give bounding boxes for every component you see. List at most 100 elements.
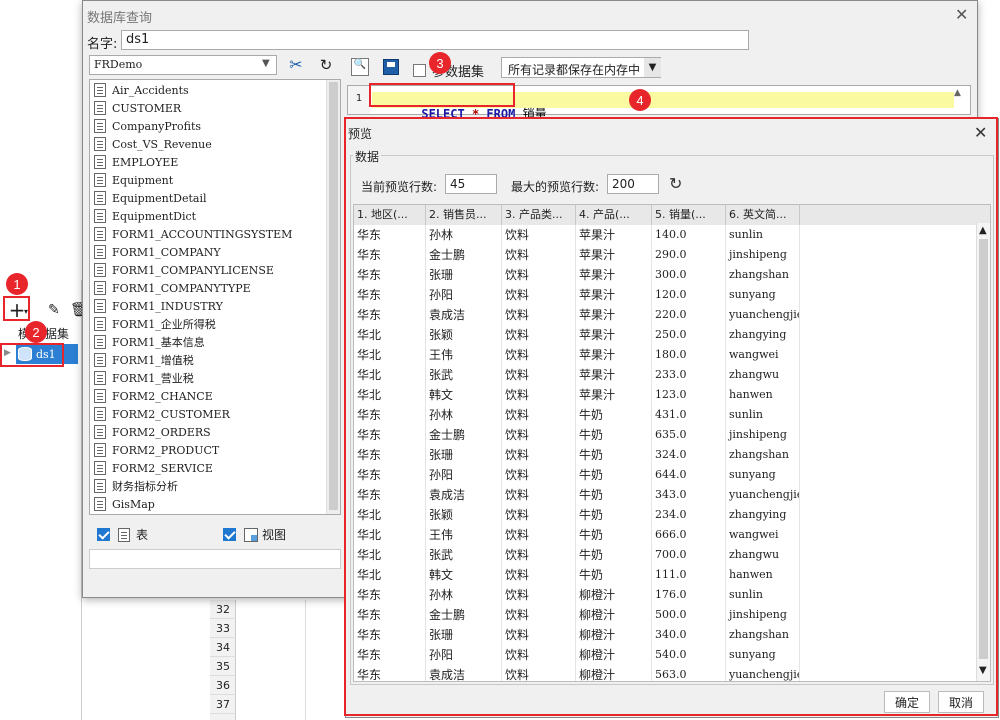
- table-icon: [94, 263, 106, 277]
- cache-select[interactable]: 所有记录都保存在内存中 ▼: [501, 57, 661, 78]
- dialog-title: 数据库查询: [87, 11, 153, 26]
- table-list-item[interactable]: GisMap: [90, 495, 340, 513]
- save-icon[interactable]: [383, 59, 399, 75]
- row-number-column: 32 33 34 35 36 37: [210, 600, 236, 714]
- table-name: 财务指标分析: [112, 480, 178, 493]
- table-icon: [94, 209, 106, 223]
- table-name: FORM1_COMPANYLICENSE: [112, 263, 274, 277]
- table-list-item[interactable]: FORM1_COMPANYLICENSE: [90, 261, 340, 279]
- connection-select[interactable]: FRDemo ▼: [89, 55, 277, 75]
- background-grid: 32 33 34 35 36 37: [210, 600, 350, 720]
- table-name: EMPLOYEE: [112, 155, 179, 169]
- table-list[interactable]: Air_Accidents CUSTOMER CompanyProfits Cost_…: [89, 79, 341, 515]
- chevron-down-icon: ▼: [262, 58, 270, 69]
- table-list-item[interactable]: Equipment: [90, 171, 340, 189]
- table-name: FORM1_企业所得税: [112, 318, 216, 331]
- preview-button[interactable]: 🔍: [351, 58, 369, 76]
- connection-value: FRDemo: [94, 58, 143, 71]
- table-name: CUSTOMER: [112, 101, 182, 115]
- table-icon: [94, 83, 106, 97]
- table-name: FORM1_COMPANY: [112, 245, 221, 259]
- table-icon: [94, 173, 106, 187]
- table-name: FORM1_营业税: [112, 372, 194, 385]
- table-checkbox[interactable]: 表: [97, 526, 148, 543]
- table-name: FORM1_COMPANYTYPE: [112, 281, 251, 295]
- annotation-box-3: [369, 83, 515, 107]
- row-number: 37: [210, 695, 236, 714]
- table-list-item[interactable]: FORM1_基本信息: [90, 333, 340, 351]
- table-icon: [94, 371, 106, 385]
- table-list-item[interactable]: FORM1_增值税: [90, 351, 340, 369]
- chevron-down-icon: ▼: [644, 58, 661, 77]
- table-list-item[interactable]: Air_Accidents: [90, 81, 340, 99]
- table-list-scrollbar[interactable]: [326, 80, 340, 514]
- table-icon: [94, 101, 106, 115]
- table-icon: [94, 281, 106, 295]
- row-number: 33: [210, 619, 236, 638]
- table-icon: [94, 335, 106, 349]
- table-icon: [94, 137, 106, 151]
- table-icon: [94, 479, 106, 493]
- table-list-item[interactable]: FORM1_INDUSTRY: [90, 297, 340, 315]
- table-icon: [94, 299, 106, 313]
- table-name: Equipment: [112, 173, 174, 187]
- table-check-label: 表: [136, 528, 149, 542]
- table-list-item[interactable]: FORM1_COMPANY: [90, 243, 340, 261]
- sql-scroll-up-icon[interactable]: ▲: [954, 88, 961, 98]
- row-number: 34: [210, 638, 236, 657]
- table-icon: [94, 389, 106, 403]
- table-name: FORM1_INDUSTRY: [112, 299, 223, 313]
- table-name: Cost_VS_Revenue: [112, 137, 212, 151]
- table-name: FORM2_SERVICE: [112, 461, 213, 475]
- table-list-item[interactable]: EquipmentDict: [90, 207, 340, 225]
- annotation-box-1: [3, 296, 30, 321]
- annotation-badge-2: 2: [25, 321, 47, 343]
- table-list-item[interactable]: FORM2_ORDERS: [90, 423, 340, 441]
- table-list-item[interactable]: FORM2_CHANCE: [90, 387, 340, 405]
- table-name: FORM2_CUSTOMER: [112, 407, 230, 421]
- line-number: 1: [348, 86, 370, 114]
- close-icon[interactable]: ✕: [955, 5, 968, 24]
- edit-icon[interactable]: ✎: [48, 302, 60, 318]
- table-icon: [94, 191, 106, 205]
- table-list-item[interactable]: FORM1_企业所得税: [90, 315, 340, 333]
- bottom-strip: [89, 549, 341, 569]
- table-icon: [94, 317, 106, 331]
- table-icon: [94, 245, 106, 259]
- cache-select-value: 所有记录都保存在内存中: [508, 63, 641, 77]
- table-icon: [94, 353, 106, 367]
- view-checkbox[interactable]: 视图: [223, 526, 286, 543]
- table-name: FORM1_基本信息: [112, 336, 205, 349]
- view-icon: [244, 527, 258, 542]
- table-list-item[interactable]: Cost_VS_Revenue: [90, 135, 340, 153]
- table-list-item[interactable]: 财务指标分析: [90, 477, 340, 495]
- connection-settings-icon[interactable]: ✂: [285, 55, 307, 75]
- table-name: EquipmentDetail: [112, 191, 207, 205]
- table-icon: [94, 227, 106, 241]
- table-name: FORM1_ACCOUNTINGSYSTEM: [112, 227, 293, 241]
- table-list-item[interactable]: FORM1_COMPANYTYPE: [90, 279, 340, 297]
- table-list-item[interactable]: EquipmentDetail: [90, 189, 340, 207]
- table-name: FORM2_CHANCE: [112, 389, 213, 403]
- annotation-box-2: [0, 343, 64, 367]
- table-list-item[interactable]: EMPLOYEE: [90, 153, 340, 171]
- table-name: EquipmentDict: [112, 209, 197, 223]
- table-name: FORM2_ORDERS: [112, 425, 211, 439]
- table-list-item[interactable]: CompanyProfits: [90, 117, 340, 135]
- table-name: CompanyProfits: [112, 119, 202, 133]
- table-list-item[interactable]: FORM2_CUSTOMER: [90, 405, 340, 423]
- table-list-item[interactable]: FORM2_PRODUCT: [90, 441, 340, 459]
- table-name: FORM2_PRODUCT: [112, 443, 220, 457]
- refresh-icon[interactable]: ↻: [315, 55, 337, 75]
- table-list-item[interactable]: FORM1_ACCOUNTINGSYSTEM: [90, 225, 340, 243]
- table-icon: [94, 497, 106, 511]
- name-input[interactable]: ds1: [121, 30, 749, 50]
- table-icon: [118, 527, 130, 542]
- row-number: 32: [210, 600, 236, 619]
- table-list-item[interactable]: CUSTOMER: [90, 99, 340, 117]
- table-name: FORM1_增值税: [112, 354, 194, 367]
- table-list-item[interactable]: FORM2_SERVICE: [90, 459, 340, 477]
- table-list-item[interactable]: FORM1_营业税: [90, 369, 340, 387]
- annotation-badge-3: 3: [429, 52, 451, 74]
- table-icon: [94, 119, 106, 133]
